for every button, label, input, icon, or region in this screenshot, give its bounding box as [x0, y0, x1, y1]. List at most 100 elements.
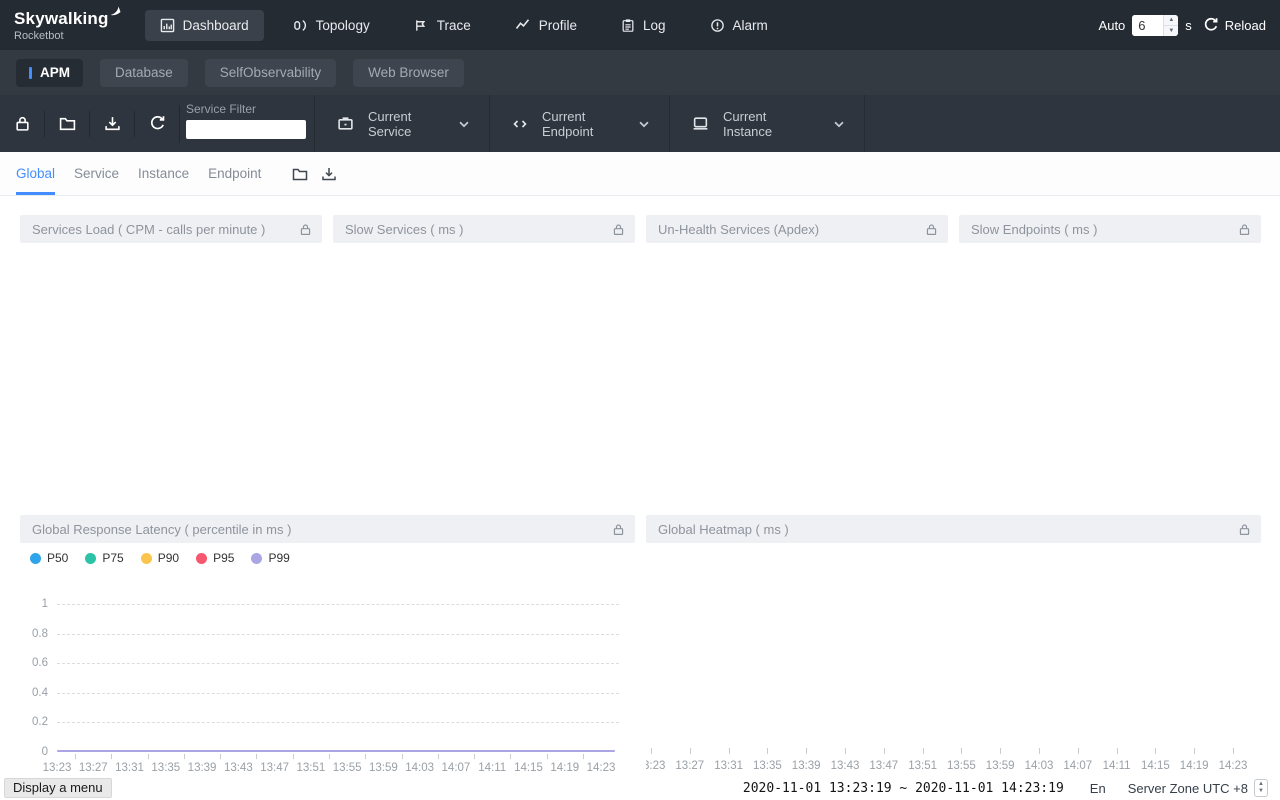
legend-dot — [196, 553, 207, 564]
tab-global[interactable]: Global — [16, 153, 55, 195]
nav-item-log[interactable]: Log — [606, 10, 681, 41]
panel-global-heatmap: Global Heatmap ( ms ) 13:2313:2713:3113:… — [646, 515, 1261, 775]
x-axis-label: 14:15 — [1141, 760, 1170, 772]
footer-right: 2020-11-01 13:23:19 ~ 2020-11-01 14:23:1… — [743, 779, 1268, 797]
group-tab-label: Database — [115, 65, 173, 80]
lock-button[interactable] — [0, 95, 44, 152]
export-template-button[interactable] — [90, 95, 134, 152]
x-axis-tick — [1155, 748, 1156, 754]
legend-label: P90 — [158, 551, 179, 565]
main-nav: Dashboard Topology Trace Profile Log — [145, 9, 783, 41]
gridline — [57, 634, 619, 635]
reload-button[interactable]: Reload — [1203, 17, 1266, 33]
panel-lock-button[interactable] — [925, 223, 938, 236]
lock-icon — [14, 115, 31, 132]
panel-header: Un-Health Services (Apdex) — [646, 215, 948, 243]
legend-item-p99[interactable]: P99 — [251, 551, 289, 565]
import-dashboard-button[interactable] — [292, 166, 308, 182]
legend-item-p95[interactable]: P95 — [196, 551, 234, 565]
y-axis-label: 0.6 — [32, 657, 48, 669]
panel-header: Global Response Latency ( percentile in … — [20, 515, 635, 543]
download-icon — [104, 115, 121, 132]
x-axis-tick — [438, 754, 439, 759]
x-axis-tick — [1078, 748, 1079, 754]
lock-icon — [612, 223, 625, 236]
nav-item-dashboard[interactable]: Dashboard — [145, 10, 264, 41]
selector-label: Current Service — [368, 109, 439, 139]
tab-endpoint[interactable]: Endpoint — [208, 153, 261, 195]
x-axis-label: 13:55 — [333, 762, 362, 774]
group-tab-apm[interactable]: APM — [16, 59, 83, 87]
nav-item-profile[interactable]: Profile — [500, 9, 592, 41]
chevron-down-icon — [637, 117, 651, 131]
x-axis-label: 13:43 — [831, 760, 860, 772]
step-up-icon[interactable]: ▲ — [1258, 781, 1264, 788]
current-service-selector[interactable]: Current Service — [314, 95, 489, 152]
x-axis-label: 14:23 — [587, 762, 616, 774]
laptop-icon — [692, 115, 709, 132]
latency-plot: 00.20.40.60.8113:2313:2713:3113:3513:391… — [57, 604, 613, 752]
x-axis-label: 13:47 — [869, 760, 898, 772]
legend-item-p50[interactable]: P50 — [30, 551, 68, 565]
panel-lock-button[interactable] — [612, 223, 625, 236]
legend-item-p75[interactable]: P75 — [85, 551, 123, 565]
nav-label: Trace — [437, 18, 471, 33]
x-axis-label: 13:59 — [369, 762, 398, 774]
refresh-templates-button[interactable] — [135, 95, 179, 152]
export-dashboard-button[interactable] — [321, 166, 337, 182]
tab-instance[interactable]: Instance — [138, 153, 189, 195]
app-logo: Skywalking Rocketbot — [14, 9, 109, 42]
dashboard-icon — [160, 18, 175, 33]
panel-header: Global Heatmap ( ms ) — [646, 515, 1261, 543]
server-zone-stepper[interactable]: ▲▼ — [1254, 779, 1268, 797]
step-down-icon[interactable]: ▼ — [1164, 26, 1178, 36]
x-axis-tick — [651, 748, 652, 754]
tab-service[interactable]: Service — [74, 153, 119, 195]
auto-interval-stepper[interactable]: ▲▼ — [1163, 15, 1178, 36]
x-axis-label: 14:07 — [1063, 760, 1092, 772]
server-zone-label[interactable]: Server Zone UTC +8 — [1128, 781, 1248, 796]
x-axis-tick — [767, 748, 768, 754]
auto-interval-input[interactable]: ▲▼ — [1132, 15, 1178, 36]
nav-item-topology[interactable]: Topology — [278, 10, 385, 41]
time-range-picker[interactable]: 2020-11-01 13:23:19 ~ 2020-11-01 14:23:1… — [743, 781, 1064, 796]
service-filter-label: Service Filter — [186, 102, 304, 116]
chevron-down-icon — [832, 117, 846, 131]
panel-slow-services: Slow Services ( ms ) — [333, 215, 635, 495]
nav-item-alarm[interactable]: Alarm — [695, 10, 783, 41]
logo-subtitle: Rocketbot — [14, 30, 109, 42]
service-filter-input[interactable] — [186, 120, 306, 139]
panel-lock-button[interactable] — [1238, 223, 1251, 236]
import-template-button[interactable] — [45, 95, 89, 152]
alarm-icon — [710, 18, 725, 33]
x-axis-label: 13:55 — [947, 760, 976, 772]
lock-icon — [1238, 223, 1251, 236]
nav-label: Dashboard — [183, 18, 249, 33]
language-switch[interactable]: En — [1090, 781, 1106, 796]
series-line — [57, 750, 615, 752]
panel-lock-button[interactable] — [612, 523, 625, 536]
current-instance-selector[interactable]: Current Instance — [669, 95, 865, 152]
y-axis-label: 0 — [42, 746, 48, 758]
group-tab-web-browser[interactable]: Web Browser — [353, 59, 464, 87]
nav-item-trace[interactable]: Trace — [399, 10, 486, 41]
current-endpoint-selector[interactable]: Current Endpoint — [489, 95, 669, 152]
step-down-icon[interactable]: ▼ — [1258, 788, 1264, 795]
selector-label: Current Endpoint — [542, 109, 619, 139]
step-up-icon[interactable]: ▲ — [1164, 15, 1178, 26]
legend-dot — [251, 553, 262, 564]
group-tab-database[interactable]: Database — [100, 59, 188, 87]
lock-icon — [299, 223, 312, 236]
legend-item-p90[interactable]: P90 — [141, 551, 179, 565]
panel-lock-button[interactable] — [299, 223, 312, 236]
download-icon — [321, 166, 337, 182]
x-axis-label: 13:27 — [675, 760, 704, 772]
x-axis-tick — [1039, 748, 1040, 754]
x-axis-label: 13:39 — [792, 760, 821, 772]
auto-interval-value[interactable] — [1132, 15, 1163, 36]
chevron-down-icon — [457, 117, 471, 131]
dashboard-group-bar: APM Database SelfObservability Web Brows… — [0, 50, 1280, 95]
panel-lock-button[interactable] — [1238, 523, 1251, 536]
x-axis-tick — [474, 754, 475, 759]
group-tab-selfobservability[interactable]: SelfObservability — [205, 59, 336, 87]
